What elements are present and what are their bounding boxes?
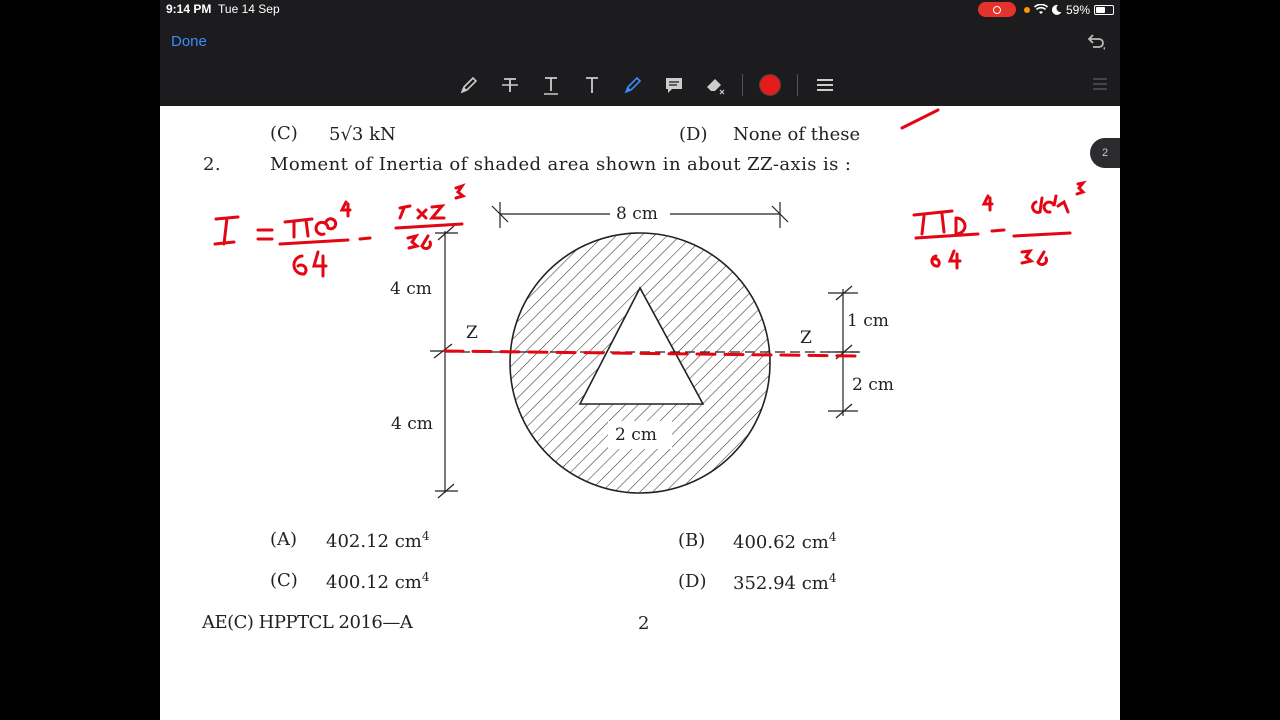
done-button[interactable]: Done: [171, 33, 207, 50]
text-tool[interactable]: [578, 71, 606, 99]
option-d-text: 352.94 cm: [733, 573, 829, 594]
bottom-height-label: 4 cm: [391, 414, 433, 434]
undo-icon[interactable]: [1084, 30, 1106, 52]
option-c-sup: 4: [421, 570, 430, 584]
option-a-text: 402.12 cm: [326, 531, 422, 552]
hamburger-menu-icon: [817, 79, 833, 91]
pdf-page[interactable]: (C) 5√3 kN (D) None of these 2. Moment o…: [160, 106, 1120, 720]
top-height-label: 4 cm: [390, 279, 432, 299]
pencil-icon: [460, 76, 478, 94]
footer-page-number: 2: [638, 613, 650, 634]
z-left-label: Z: [466, 323, 478, 343]
date-text: Tue 14 Sep: [218, 2, 280, 16]
text-icon: [544, 77, 558, 95]
option-c-label[interactable]: (C): [270, 570, 298, 591]
width-label: 8 cm: [616, 204, 658, 224]
base-label: 2 cm: [615, 425, 657, 445]
strikethrough-icon: [502, 78, 518, 92]
option-a-value[interactable]: 402.12 cm4: [326, 529, 430, 552]
option-d-value[interactable]: 352.94 cm4: [733, 571, 837, 594]
text-bold-icon: [586, 77, 598, 93]
option-b-text: 400.62 cm: [733, 532, 829, 553]
option-d-sup: 4: [828, 571, 837, 585]
mic-indicator-icon: [1023, 6, 1030, 13]
option-b-value[interactable]: 400.62 cm4: [733, 530, 837, 553]
eraser-icon: [707, 79, 725, 95]
option-b-label[interactable]: (B): [678, 530, 705, 551]
status-time: 9:14 PM Tue 14 Sep: [166, 2, 280, 16]
footer-code: AE(C) HPPTCL 2016—A: [202, 612, 413, 633]
wifi-icon: [1033, 4, 1048, 14]
right-top-label: 1 cm: [847, 311, 889, 331]
strikethrough-tool[interactable]: [496, 71, 524, 99]
z-right-label: Z: [800, 328, 812, 348]
eraser-tool[interactable]: [701, 71, 729, 99]
battery-icon: [1094, 4, 1114, 15]
color-picker[interactable]: [756, 71, 784, 99]
pencil-tool[interactable]: [455, 71, 483, 99]
status-icons: 59%: [977, 2, 1114, 17]
toolbar-divider: [797, 74, 798, 96]
outline-list-icon[interactable]: [1092, 76, 1108, 92]
option-c-value[interactable]: 400.12 cm4: [326, 570, 430, 593]
page-indicator[interactable]: 2: [1090, 138, 1120, 168]
app-window: 9:14 PM Tue 14 Sep 59% Done (C) 5√3 kN (…: [160, 0, 1120, 720]
menu-button[interactable]: [811, 71, 839, 99]
underline-text-tool[interactable]: [537, 71, 565, 99]
status-bar: 9:14 PM Tue 14 Sep 59%: [160, 0, 1120, 20]
option-d-label[interactable]: (D): [678, 571, 706, 592]
screen-recording-icon[interactable]: [977, 2, 1016, 17]
option-a-label[interactable]: (A): [270, 529, 297, 550]
toolbar-divider: [742, 74, 743, 96]
time-text: 9:14 PM: [166, 2, 212, 16]
red-color-swatch: [759, 74, 781, 96]
comment-tool[interactable]: [660, 71, 688, 99]
markup-toolbar: [455, 70, 839, 100]
highlighter-icon: [624, 76, 642, 94]
comment-icon: [666, 78, 682, 93]
highlighter-tool[interactable]: [619, 71, 647, 99]
option-a-sup: 4: [421, 529, 430, 543]
moon-icon: [1051, 4, 1062, 15]
battery-percent: 59%: [1065, 2, 1090, 17]
right-bottom-label: 2 cm: [852, 375, 894, 395]
option-c-text: 400.12 cm: [326, 572, 422, 593]
option-b-sup: 4: [828, 530, 837, 544]
